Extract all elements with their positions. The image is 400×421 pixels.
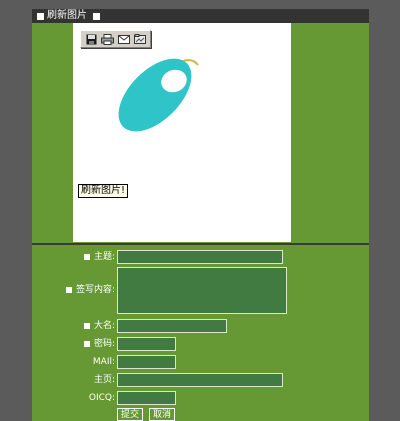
password-label-text: 密码: — [93, 339, 115, 349]
image-caption: 刷新图片! — [78, 184, 129, 198]
mail-label: MAIl: — [92, 357, 115, 367]
content-label: 签写内容: — [65, 283, 115, 297]
page-background: 刷新图片 刷新图片! 主题: 签写内容: 大名: 密码: MAIl: 主页: O… — [0, 0, 400, 421]
subject-label: 主题: — [83, 250, 115, 264]
password-input[interactable] — [117, 337, 176, 351]
square-bullet-icon — [83, 254, 90, 260]
content-label-text: 签写内容: — [75, 285, 115, 295]
mail-input[interactable] — [117, 355, 176, 369]
name-label: 大名: — [83, 319, 115, 333]
cyan-ellipse-graphic — [118, 58, 199, 132]
oicq-label: OICQ: — [88, 393, 115, 403]
divider — [32, 243, 369, 245]
guestbook-panel: 刷新图片! 主题: 签写内容: 大名: 密码: MAIl: 主页: OICQ: … — [32, 23, 369, 421]
homepage-input[interactable] — [117, 373, 283, 387]
square-bullet-icon — [37, 12, 44, 20]
content-textarea[interactable] — [117, 267, 287, 314]
square-bullet-icon — [83, 323, 90, 329]
square-bullet-icon — [93, 12, 100, 20]
cancel-button[interactable]: 取消 — [149, 408, 176, 421]
image-preview: 刷新图片! — [73, 23, 291, 242]
subject-label-text: 主题: — [93, 252, 115, 262]
submit-button[interactable]: 提交 — [117, 408, 144, 421]
oicq-input[interactable] — [117, 391, 176, 405]
square-bullet-icon — [83, 341, 90, 347]
name-label-text: 大名: — [93, 321, 115, 331]
square-bullet-icon — [65, 287, 72, 293]
subject-input[interactable] — [117, 250, 283, 264]
window-title: 刷新图片 — [47, 10, 87, 21]
name-input[interactable] — [117, 319, 227, 333]
password-label: 密码: — [83, 337, 115, 351]
homepage-label: 主页: — [93, 375, 115, 385]
window-titlebar: 刷新图片 — [32, 9, 369, 23]
